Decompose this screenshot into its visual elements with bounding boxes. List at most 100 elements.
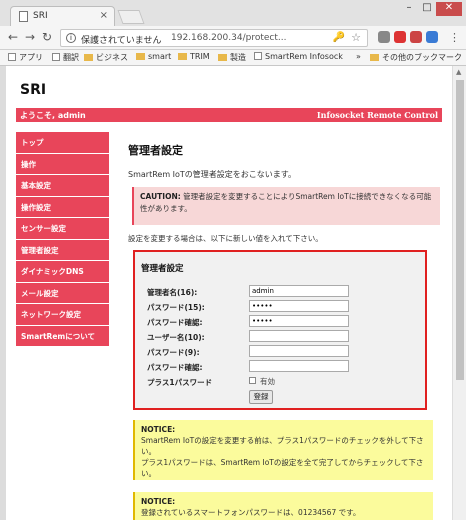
bookmark-star-icon[interactable]: ☆ [351, 31, 361, 44]
field-label: 管理者名(16): [147, 288, 198, 297]
security-label: 保護されていません [81, 36, 162, 46]
page-scrollbar[interactable]: ▲ [452, 66, 466, 520]
scroll-up-icon[interactable]: ▲ [456, 68, 461, 76]
sidebar-item-mail-settings[interactable]: メール設定 [16, 282, 110, 304]
folder-icon [178, 53, 187, 60]
plus1-checkbox-label[interactable]: 有効 [260, 376, 275, 387]
form-row-admin-name: 管理者名(16): [147, 285, 423, 299]
admin-name-field[interactable] [249, 285, 349, 297]
form-row-user-name: ユーザー名(10): [147, 330, 423, 344]
notice-label: NOTICE: [141, 425, 176, 434]
page-description: SmartRem IoTの管理者設定をおこないます。 [128, 170, 296, 179]
site-brand: SRI [20, 82, 47, 98]
welcome-text: ようこそ, admin [20, 111, 86, 120]
field-label: パスワード確認: [147, 363, 203, 372]
field-label: パスワード(9): [147, 348, 200, 357]
sidebar-item-admin-settings[interactable]: 管理者設定 [16, 239, 110, 261]
apps-icon [8, 53, 16, 61]
address-bar-row: ← → ↻ i 保護されていません 192.168.200.34/protect… [0, 26, 466, 50]
sidebar-item-about[interactable]: SmartRemについて [16, 325, 110, 347]
notice-text: プラス1パスワードは、SmartRem IoTの設定を全て完了してからチェックし… [141, 458, 424, 478]
caution-box: CAUTION: 管理者設定を変更することによりSmartRem IoTに接続で… [132, 187, 440, 225]
scrollbar-thumb[interactable] [456, 80, 464, 380]
header-bar: ようこそ, admin Infosocket Remote Control [16, 108, 442, 122]
new-tab-button[interactable] [117, 10, 145, 24]
translate-icon [52, 53, 60, 61]
user-password-confirm-field[interactable] [249, 360, 349, 372]
field-label: パスワード(15): [147, 303, 205, 312]
omnibox[interactable]: i 保護されていません 192.168.200.34/protect... 🔑 … [60, 29, 368, 47]
bookmark-manufacturing[interactable]: 製造 [218, 52, 246, 63]
form-row-user-password-confirm: パスワード確認: [147, 360, 423, 374]
bookmark-translate[interactable]: 翻訳 [52, 52, 79, 63]
bookmark-apps[interactable]: アプリ [8, 52, 43, 63]
product-name: Infosocket Remote Control [316, 110, 438, 120]
sidebar-item-dynamic-dns[interactable]: ダイナミックDNS [16, 261, 110, 283]
form-row-password-confirm: パスワード確認: [147, 315, 423, 329]
window-controls: – □ ✕ [400, 2, 462, 16]
form-heading: 管理者設定 [141, 264, 184, 274]
url-text[interactable]: 192.168.200.34/protect... [171, 33, 286, 43]
bookmark-trim[interactable]: TRIM [178, 52, 210, 61]
tab-title: SRI [33, 11, 48, 21]
reload-icon[interactable]: ↻ [40, 30, 54, 44]
field-label: パスワード確認: [147, 318, 203, 327]
back-icon[interactable]: ← [6, 30, 20, 44]
sidebar-item-operation-settings[interactable]: 操作設定 [16, 196, 110, 218]
bookmark-smart[interactable]: smart [136, 52, 171, 61]
field-label: ユーザー名(10): [147, 333, 205, 342]
bookmark-business[interactable]: ビジネス [84, 52, 128, 63]
notice-label: NOTICE: [141, 497, 176, 506]
folder-icon [136, 53, 145, 60]
caution-text: 管理者設定を変更することによりSmartRem IoTに接続できなくなる可能性が… [140, 192, 432, 213]
forward-icon[interactable]: → [23, 30, 37, 44]
page-icon [254, 52, 262, 60]
folder-icon [370, 54, 379, 61]
sidebar-nav: トップ 操作 基本設定 操作設定 センサー設定 管理者設定 ダイナミックDNS … [16, 132, 110, 347]
notice-text: SmartRem IoTの設定を変更する前は、プラス1パスワードのチェックを外し… [141, 436, 424, 456]
folder-icon [218, 54, 227, 61]
form-row-user-password: パスワード(9): [147, 345, 423, 359]
user-password-field[interactable] [249, 345, 349, 357]
instruction-text: 設定を変更する場合は、以下に新しい値を入れて下さい。 [128, 234, 323, 243]
bookmark-smartrem[interactable]: SmartRem Infosock [254, 52, 343, 61]
user-name-field[interactable] [249, 330, 349, 342]
bookmarks-overflow[interactable]: » [356, 52, 361, 61]
window-close-icon[interactable]: ✕ [436, 2, 462, 16]
form-row-plus1: プラス1パスワード 有効 [147, 375, 423, 389]
caution-label: CAUTION: [140, 192, 181, 201]
notice-text: 登録されているスマートフォンパスワードは、01234567 です。 [141, 508, 361, 517]
extension-icon[interactable] [426, 31, 438, 43]
menu-icon[interactable]: ⋮ [449, 31, 460, 44]
key-icon[interactable]: 🔑 [333, 32, 345, 43]
extension-icon[interactable] [378, 31, 390, 43]
notice-box: NOTICE: 登録されているスマートフォンパスワードは、01234567 です… [133, 492, 433, 520]
extension-icon[interactable] [410, 31, 422, 43]
bookmarks-bar: アプリ 翻訳 ビジネス smart TRIM 製造 SmartRem Infos… [0, 50, 466, 66]
form-row-password: パスワード(15): [147, 300, 423, 314]
field-label: プラス1パスワード [147, 378, 213, 387]
page-title: 管理者設定 [128, 144, 183, 157]
browser-tab[interactable]: SRI × [10, 6, 115, 26]
info-icon[interactable]: i [66, 33, 76, 43]
sidebar-item-network-settings[interactable]: ネットワーク設定 [16, 304, 110, 326]
admin-settings-form: 管理者設定 管理者名(16): パスワード(15): パスワード確認: ユーザー… [133, 250, 427, 410]
sidebar-item-top[interactable]: トップ [16, 132, 110, 154]
maximize-icon[interactable]: □ [418, 2, 436, 16]
extension-icon[interactable] [394, 31, 406, 43]
sidebar-item-operation[interactable]: 操作 [16, 153, 110, 175]
plus1-checkbox[interactable] [249, 377, 256, 384]
minimize-icon[interactable]: – [400, 2, 418, 16]
page-viewport: SRI ようこそ, admin Infosocket Remote Contro… [6, 66, 452, 520]
sidebar-item-sensor-settings[interactable]: センサー設定 [16, 218, 110, 240]
notice-box: NOTICE: SmartRem IoTの設定を変更する前は、プラス1パスワード… [133, 420, 433, 480]
admin-password-confirm-field[interactable] [249, 315, 349, 327]
folder-icon [84, 54, 93, 61]
page-icon [19, 11, 28, 22]
bookmark-other[interactable]: その他のブックマーク [370, 52, 462, 63]
browser-titlebar: SRI × – □ ✕ [0, 0, 466, 26]
tab-close-icon[interactable]: × [100, 10, 108, 21]
register-button[interactable]: 登録 [249, 390, 273, 404]
admin-password-field[interactable] [249, 300, 349, 312]
sidebar-item-basic-settings[interactable]: 基本設定 [16, 175, 110, 197]
